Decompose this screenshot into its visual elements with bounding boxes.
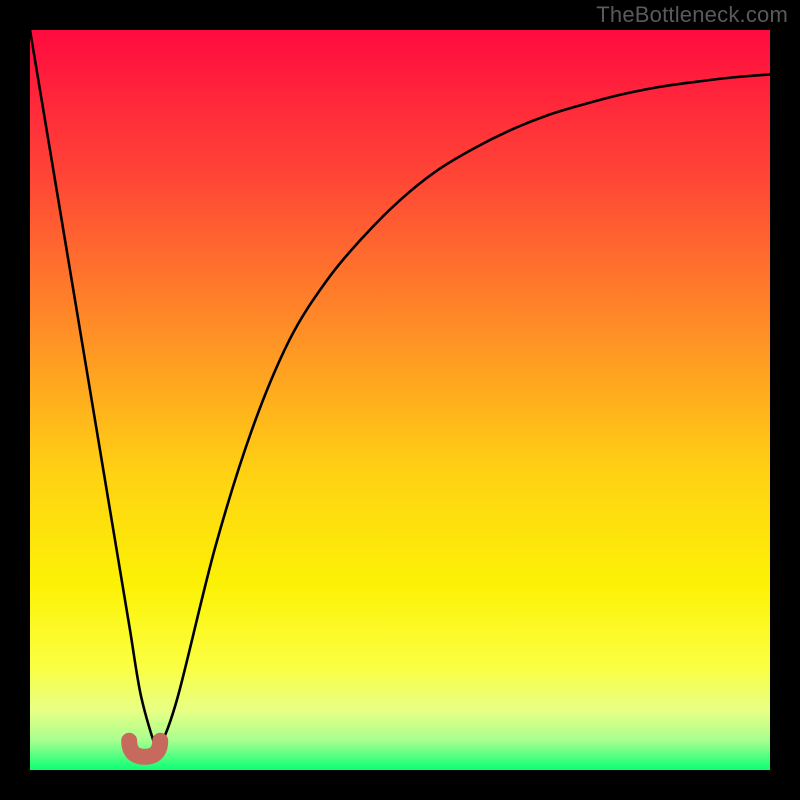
plot-area xyxy=(30,30,770,770)
plot-svg xyxy=(30,30,770,770)
gradient-background xyxy=(30,30,770,770)
chart-frame: TheBottleneck.com xyxy=(0,0,800,800)
watermark-label: TheBottleneck.com xyxy=(596,2,788,28)
